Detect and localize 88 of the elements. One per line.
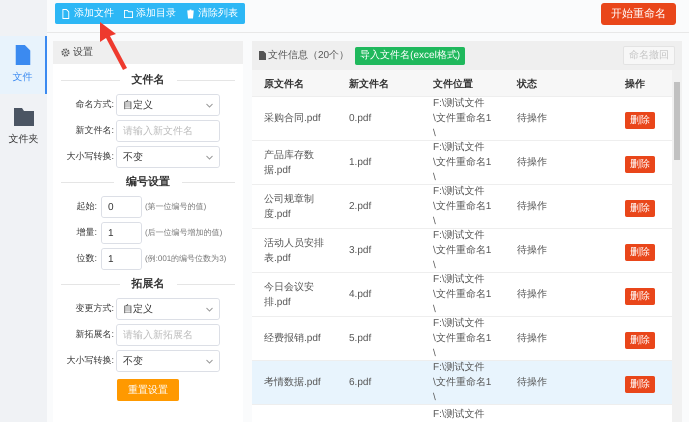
table-cell-text: 待操作: [517, 376, 548, 390]
number-field[interactable]: 0: [101, 196, 142, 218]
dropdown[interactable]: 不变: [116, 350, 220, 372]
table-cell-text: 1.pdf: [349, 156, 372, 170]
table-cell-text: 考情数据.pdf: [264, 376, 322, 390]
table-row[interactable]: 活动人员安排表.pdf 3.pdf F:\测试文件\文件重命名1\ 待操作 删除: [252, 229, 672, 273]
table-cell-text: 6.pdf: [349, 376, 372, 390]
table-cell-text: 公司规章制度.pdf: [264, 192, 315, 222]
number-field[interactable]: 1: [101, 248, 142, 270]
table-cell-text: 5.pdf: [349, 332, 372, 346]
text-field[interactable]: 请输入新拓展名: [116, 324, 220, 346]
table-row[interactable]: 经费报销.pdf 5.pdf F:\测试文件\文件重命名1\ 待操作 删除: [252, 317, 672, 361]
folder-icon: [124, 8, 133, 18]
folder-icon: [14, 107, 34, 127]
dropdown[interactable]: 自定义: [116, 298, 220, 320]
table-cell-text: F:\测试文件\文件重命名1\: [433, 360, 492, 405]
delete-button[interactable]: 删除: [625, 112, 655, 128]
trash-icon: [186, 8, 195, 18]
table-cell-text: F:\测试文件\文件重命名1\: [433, 228, 492, 273]
table-cell-text: F:\测试文件: [433, 408, 486, 422]
column-header: 状态: [517, 79, 537, 90]
gear-icon: [61, 48, 70, 57]
field-label: 起始:: [75, 200, 98, 214]
table-cell-text: 采购合同.pdf: [264, 112, 322, 126]
files-title: 文件信息（20个）: [268, 48, 350, 63]
dropdown[interactable]: 自定义: [116, 94, 220, 116]
table-cell-text: 活动人员安排表.pdf: [264, 236, 325, 266]
chevron-down-icon: [206, 102, 213, 108]
field-label: 新拓展名:: [74, 328, 115, 342]
file-icon: [12, 45, 32, 65]
section-title: 拓展名: [130, 276, 166, 292]
field-hint: (第一位编号的值): [145, 201, 206, 213]
dropdown[interactable]: 不变: [116, 146, 220, 168]
table-row[interactable]: 采购合同.pdf 0.pdf F:\测试文件\文件重命名1\ 待操作 删除: [252, 97, 672, 141]
table-row[interactable]: 考情数据.pdf 6.pdf F:\测试文件\文件重命名1\ 待操作 删除: [252, 361, 672, 405]
delete-button[interactable]: 删除: [625, 244, 655, 260]
table-cell-text: 待操作: [517, 288, 548, 302]
scrollbar[interactable]: [672, 70, 682, 422]
table-row[interactable]: 产品库存数据.pdf 1.pdf F:\测试文件\文件重命名1\ 待操作 删除: [252, 141, 672, 185]
table-cell-text: F:\测试文件\文件重命名1\: [433, 97, 492, 141]
delete-button[interactable]: 删除: [625, 332, 655, 348]
table-cell-text: 0.pdf: [349, 112, 372, 126]
settings-title: 设置: [73, 46, 93, 60]
table-cell-text: 3.pdf: [349, 244, 372, 258]
field-label: 增量:: [75, 226, 98, 240]
table-cell-text: F:\测试文件\文件重命名1\: [433, 184, 492, 229]
column-header: 文件位置: [433, 79, 473, 90]
table-row[interactable]: 公司规章制度.pdf 2.pdf F:\测试文件\文件重命名1\ 待操作 删除: [252, 185, 672, 229]
field-label: 变更方式:: [74, 302, 115, 316]
table-cell-text: 经费报销.pdf: [264, 332, 322, 346]
table-cell-text: 产品库存数据.pdf: [264, 148, 315, 178]
table-row[interactable]: 今日会议安排.pdf 4.pdf F:\测试文件\文件重命名1\ 待操作 删除: [252, 273, 672, 317]
table-cell-text: 待操作: [517, 332, 548, 346]
chevron-down-icon: [206, 306, 213, 312]
chevron-down-icon: [206, 358, 213, 364]
column-header: 原文件名: [264, 79, 304, 90]
number-field[interactable]: 1: [101, 222, 142, 244]
field-hint: (例:001的编号位数为3): [145, 253, 226, 265]
section-title: 编号设置: [125, 174, 171, 190]
table-cell-text: F:\测试文件\文件重命名1\: [433, 272, 492, 317]
table-cell-text: 4.pdf: [349, 288, 372, 302]
table-cell-text: 待操作: [517, 244, 548, 258]
table-cell-text: 待操作: [517, 200, 548, 214]
table-cell-text: 待操作: [517, 156, 548, 170]
field-label: 新文件名:: [74, 124, 115, 138]
table-cell-text: 待操作: [517, 112, 548, 126]
field-label: 位数:: [75, 252, 98, 266]
section-title: 文件名: [130, 72, 166, 88]
document-icon: [62, 8, 71, 18]
table-cell-text: F:\测试文件\文件重命名1\: [433, 140, 492, 185]
column-header: 新文件名: [349, 79, 389, 90]
field-label: 大小写转换:: [65, 354, 115, 368]
sidebar-item[interactable]: 文件夹: [0, 98, 47, 156]
field-label: 大小写转换:: [65, 150, 115, 164]
field-label: 命名方式:: [74, 98, 115, 112]
text-field[interactable]: 请输入新文件名: [116, 120, 220, 142]
column-header: 操作: [625, 79, 645, 90]
field-hint: (后一位编号增加的值): [145, 227, 222, 239]
table-cell-text: 今日会议安排.pdf: [264, 280, 315, 310]
delete-button[interactable]: 删除: [625, 288, 655, 304]
chevron-down-icon: [206, 154, 213, 160]
start-rename-button[interactable]: 开始重命名: [601, 3, 676, 25]
delete-button[interactable]: 删除: [625, 376, 655, 392]
table-cell-text: F:\测试文件\文件重命名1\: [433, 316, 492, 361]
document-icon: [259, 51, 266, 60]
delete-button[interactable]: 删除: [625, 200, 655, 216]
delete-button[interactable]: 删除: [625, 156, 655, 172]
table-cell-text: 2.pdf: [349, 200, 372, 214]
